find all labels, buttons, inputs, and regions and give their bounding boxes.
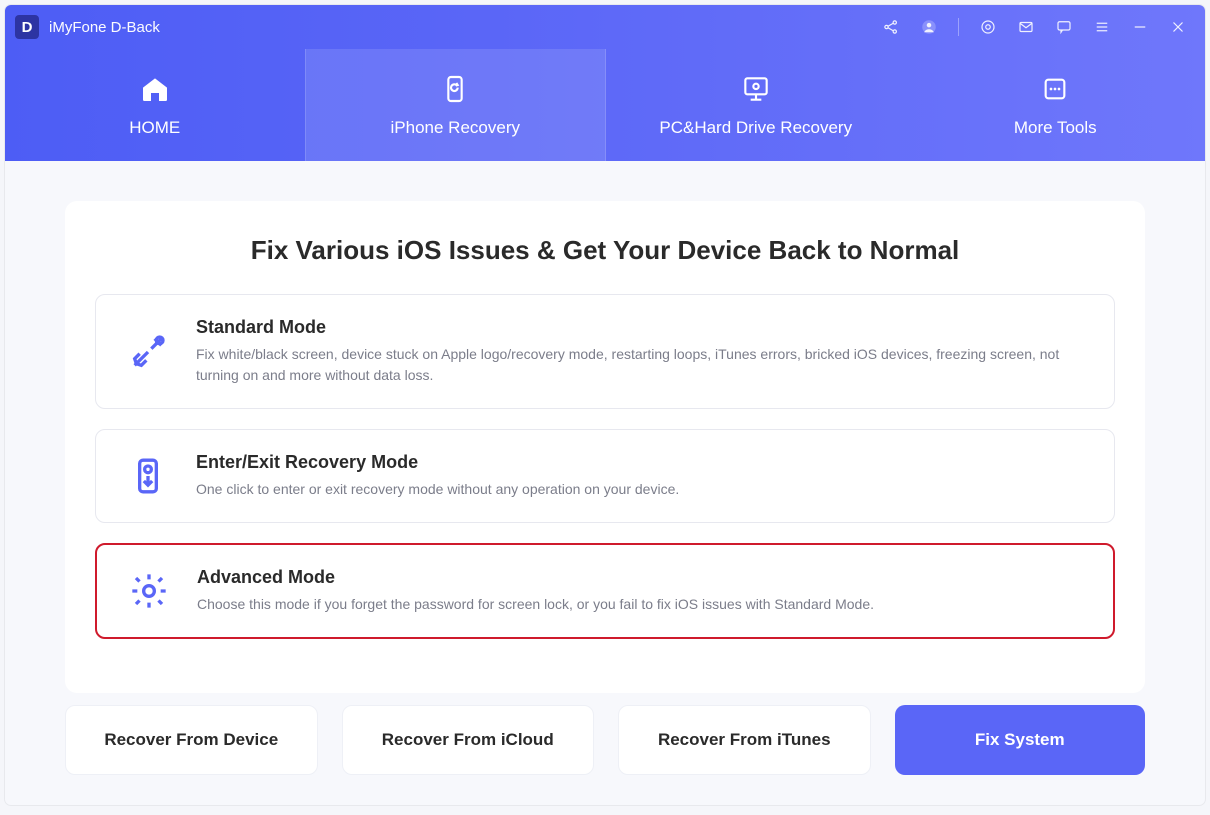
nav-more-tools[interactable]: More Tools <box>906 49 1206 161</box>
phone-download-icon <box>124 452 172 500</box>
nav-iphone-recovery[interactable]: iPhone Recovery <box>305 49 607 161</box>
minimize-icon[interactable] <box>1131 18 1149 36</box>
top-nav: HOME iPhone Recovery PC&Hard Drive Recov… <box>5 49 1205 161</box>
mode-recovery-text: Enter/Exit Recovery Mode One click to en… <box>196 452 679 500</box>
monitor-icon <box>739 72 773 106</box>
nav-more-label: More Tools <box>1014 118 1097 138</box>
more-dots-icon <box>1038 72 1072 106</box>
nav-home-label: HOME <box>129 118 180 138</box>
titlebar: D iMyFone D-Back <box>5 5 1205 49</box>
menu-icon[interactable] <box>1093 18 1111 36</box>
mode-recovery[interactable]: Enter/Exit Recovery Mode One click to en… <box>95 429 1115 523</box>
app-logo: D <box>15 15 39 39</box>
wrench-screwdriver-icon <box>124 328 172 376</box>
share-icon[interactable] <box>882 18 900 36</box>
main-area: Fix Various iOS Issues & Get Your Device… <box>5 161 1205 703</box>
mode-standard-desc: Fix white/black screen, device stuck on … <box>196 344 1086 386</box>
mode-advanced-title: Advanced Mode <box>197 567 874 588</box>
nav-home[interactable]: HOME <box>5 49 305 161</box>
fix-system-button[interactable]: Fix System <box>895 705 1146 775</box>
recover-from-device-button[interactable]: Recover From Device <box>65 705 318 775</box>
home-icon <box>138 72 172 106</box>
nav-iphone-label: iPhone Recovery <box>391 118 520 138</box>
feedback-icon[interactable] <box>1055 18 1073 36</box>
close-icon[interactable] <box>1169 18 1187 36</box>
recover-from-itunes-button[interactable]: Recover From iTunes <box>618 705 871 775</box>
titlebar-left: D iMyFone D-Back <box>15 15 160 39</box>
phone-refresh-icon <box>438 72 472 106</box>
mode-advanced-text: Advanced Mode Choose this mode if you fo… <box>197 567 874 615</box>
recover-from-icloud-button[interactable]: Recover From iCloud <box>342 705 595 775</box>
mail-icon[interactable] <box>1017 18 1035 36</box>
mode-standard-title: Standard Mode <box>196 317 1086 338</box>
titlebar-right <box>882 18 1187 36</box>
mode-standard[interactable]: Standard Mode Fix white/black screen, de… <box>95 294 1115 409</box>
app-window: D iMyFone D-Back <box>5 5 1205 805</box>
titlebar-separator <box>958 18 959 36</box>
nav-pc-label: PC&Hard Drive Recovery <box>659 118 852 138</box>
gear-icon <box>125 567 173 615</box>
mode-advanced[interactable]: Advanced Mode Choose this mode if you fo… <box>95 543 1115 639</box>
bottom-buttons: Recover From Device Recover From iCloud … <box>65 705 1145 775</box>
account-icon[interactable] <box>920 18 938 36</box>
mode-advanced-desc: Choose this mode if you forget the passw… <box>197 594 874 615</box>
mode-recovery-desc: One click to enter or exit recovery mode… <box>196 479 679 500</box>
settings-gear-icon[interactable] <box>979 18 997 36</box>
mode-recovery-title: Enter/Exit Recovery Mode <box>196 452 679 473</box>
nav-pc-hard-drive[interactable]: PC&Hard Drive Recovery <box>606 49 906 161</box>
app-title: iMyFone D-Back <box>49 19 160 36</box>
mode-standard-text: Standard Mode Fix white/black screen, de… <box>196 317 1086 386</box>
main-card: Fix Various iOS Issues & Get Your Device… <box>65 201 1145 693</box>
page-title: Fix Various iOS Issues & Get Your Device… <box>95 235 1115 266</box>
